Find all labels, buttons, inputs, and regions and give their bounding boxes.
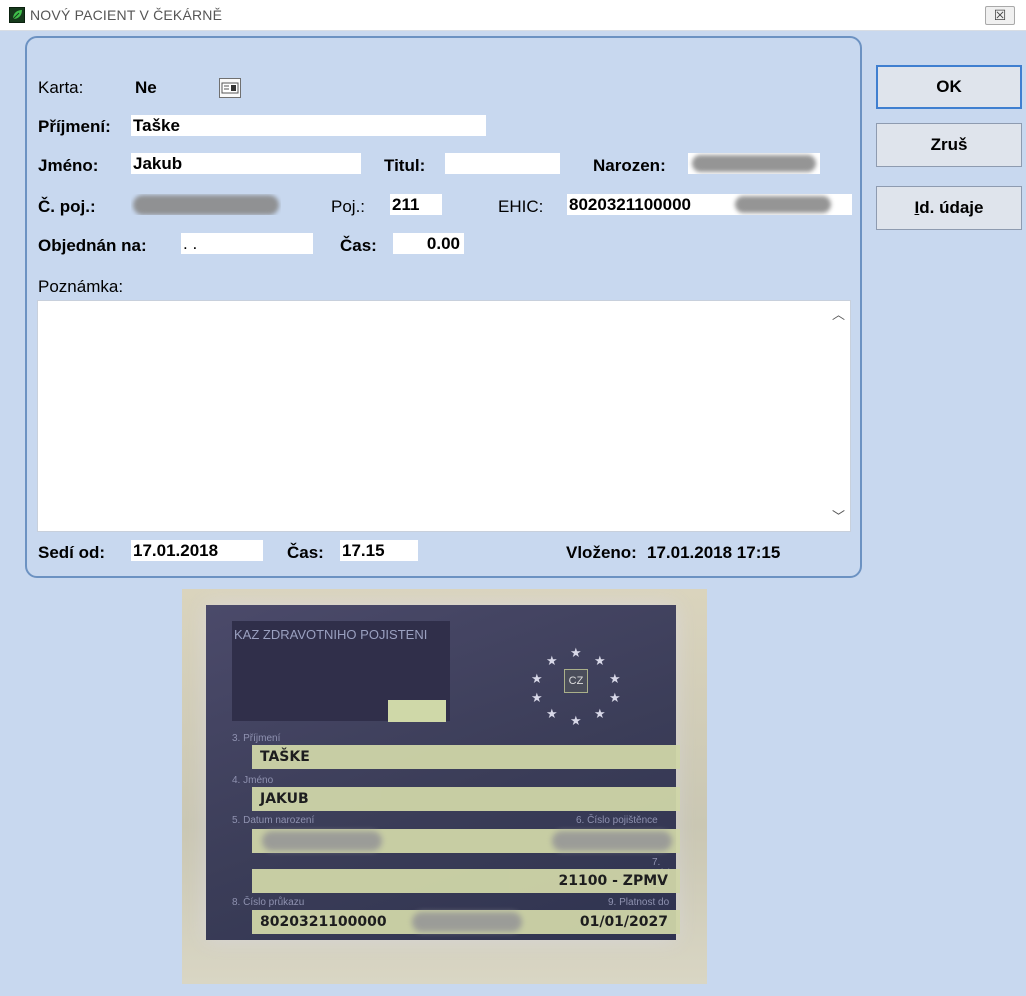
prijmeni-label: Příjmení: (38, 117, 111, 136)
card-label-cardno: 8. Číslo průkazu (232, 897, 305, 908)
jmeno-field[interactable]: Jakub (131, 153, 361, 174)
titul-field[interactable] (445, 153, 560, 174)
redacted-blur (262, 831, 382, 851)
redacted-blur (133, 195, 279, 215)
cas-label: Čas: (340, 236, 377, 255)
card-label-name: 4. Jméno (232, 775, 274, 786)
id-button-label: d. údaje (919, 198, 984, 217)
redacted-blur (552, 831, 672, 851)
eu-star-icon: ★ (594, 706, 606, 721)
poj-field[interactable]: 211 (390, 194, 442, 215)
card-cardno-value: 8020321100000 (260, 914, 387, 930)
prijmeni-field[interactable]: Taške (131, 115, 486, 136)
insurance-card-photo: KAZ ZDRAVOTNIHO POJISTENI CZ ★ ★ ★ ★ ★ ★… (182, 589, 707, 984)
card-label-valid: 9. Platnost do (608, 897, 670, 908)
eu-star-icon: ★ (594, 653, 606, 668)
karta-value: Ne (135, 78, 157, 97)
eu-star-icon: ★ (570, 645, 582, 660)
id-details-button[interactable]: Id. údaje (876, 186, 1022, 230)
vlozeno-value: 17.01.2018 17:15 (647, 543, 781, 562)
eu-star-icon: ★ (609, 671, 621, 686)
narozen-label: Narozen: (593, 156, 666, 175)
vlozeno-label: Vloženo: (566, 543, 637, 562)
card-zp-value: 21100 - ZPMV (558, 873, 668, 889)
redacted-blur (692, 155, 816, 172)
ok-button[interactable]: OK (876, 65, 1022, 109)
eu-star-icon: ★ (546, 706, 558, 721)
narozen-field[interactable] (688, 153, 820, 174)
sedi-label: Sedí od: (38, 543, 106, 562)
karta-label: Karta: (38, 78, 84, 97)
card-chip (388, 700, 446, 722)
card-field-cardno: 8020321100000 01/01/2027 (252, 910, 680, 934)
scroll-up-icon[interactable]: ︿ (832, 308, 845, 321)
cancel-button[interactable]: Zruš (876, 123, 1022, 167)
eu-star-icon: ★ (609, 690, 621, 705)
titul-label: Titul: (384, 156, 426, 175)
ehic-label: EHIC: (498, 197, 544, 216)
cas2-field[interactable]: 17.15 (340, 540, 418, 561)
card-reader-icon[interactable] (219, 78, 241, 98)
poznamka-label: Poznámka: (38, 277, 124, 296)
eu-star-icon: ★ (531, 671, 543, 686)
app-icon (9, 7, 25, 23)
card-field-zp: 21100 - ZPMV (252, 869, 680, 893)
cas2-label: Čas: (287, 543, 324, 562)
card-label-insno: 6. Číslo pojištěnce (576, 815, 658, 826)
card-valid-value: 01/01/2027 (579, 914, 668, 930)
eu-star-icon: ★ (546, 653, 558, 668)
poznamka-textarea[interactable]: ︿ ﹀ (37, 300, 851, 532)
objednan-label: Objednán na: (38, 236, 147, 255)
ehic-field[interactable]: 8020321100000 (567, 194, 852, 215)
card-label-dob: 5. Datum narození (232, 815, 315, 826)
cpoj-field[interactable] (131, 194, 281, 215)
close-button[interactable]: ☒ (985, 6, 1015, 25)
objednan-field[interactable]: . . (181, 233, 313, 254)
window-title: NOVÝ PACIENT V ČEKÁRNĚ (30, 7, 223, 23)
ehic-value: 8020321100000 (569, 195, 691, 214)
card-field-surname: TAŠKE (252, 745, 680, 769)
card-body: KAZ ZDRAVOTNIHO POJISTENI CZ ★ ★ ★ ★ ★ ★… (206, 605, 680, 940)
scroll-down-icon[interactable]: ﹀ (832, 510, 845, 523)
cpoj-label: Č. poj.: (38, 197, 96, 216)
cas-field[interactable]: 0.00 (393, 233, 464, 254)
sedi-field[interactable]: 17.01.2018 (131, 540, 263, 561)
redacted-blur (412, 912, 522, 932)
card-field-dob (252, 829, 680, 853)
card-field-name: JAKUB (252, 787, 680, 811)
card-label-surname: 3. Příjmení (232, 733, 281, 744)
dialog-window: NOVÝ PACIENT V ČEKÁRNĚ ☒ Karta: Ne Příjm… (0, 0, 1026, 996)
card-country: CZ (564, 669, 588, 693)
title-bar: NOVÝ PACIENT V ČEKÁRNĚ ☒ (0, 0, 1026, 31)
eu-star-icon: ★ (570, 713, 582, 728)
jmeno-label: Jméno: (38, 156, 99, 175)
card-header: KAZ ZDRAVOTNIHO POJISTENI (234, 627, 428, 642)
poj-label: Poj.: (331, 197, 366, 216)
eu-star-icon: ★ (531, 690, 543, 705)
redacted-blur (735, 196, 831, 213)
